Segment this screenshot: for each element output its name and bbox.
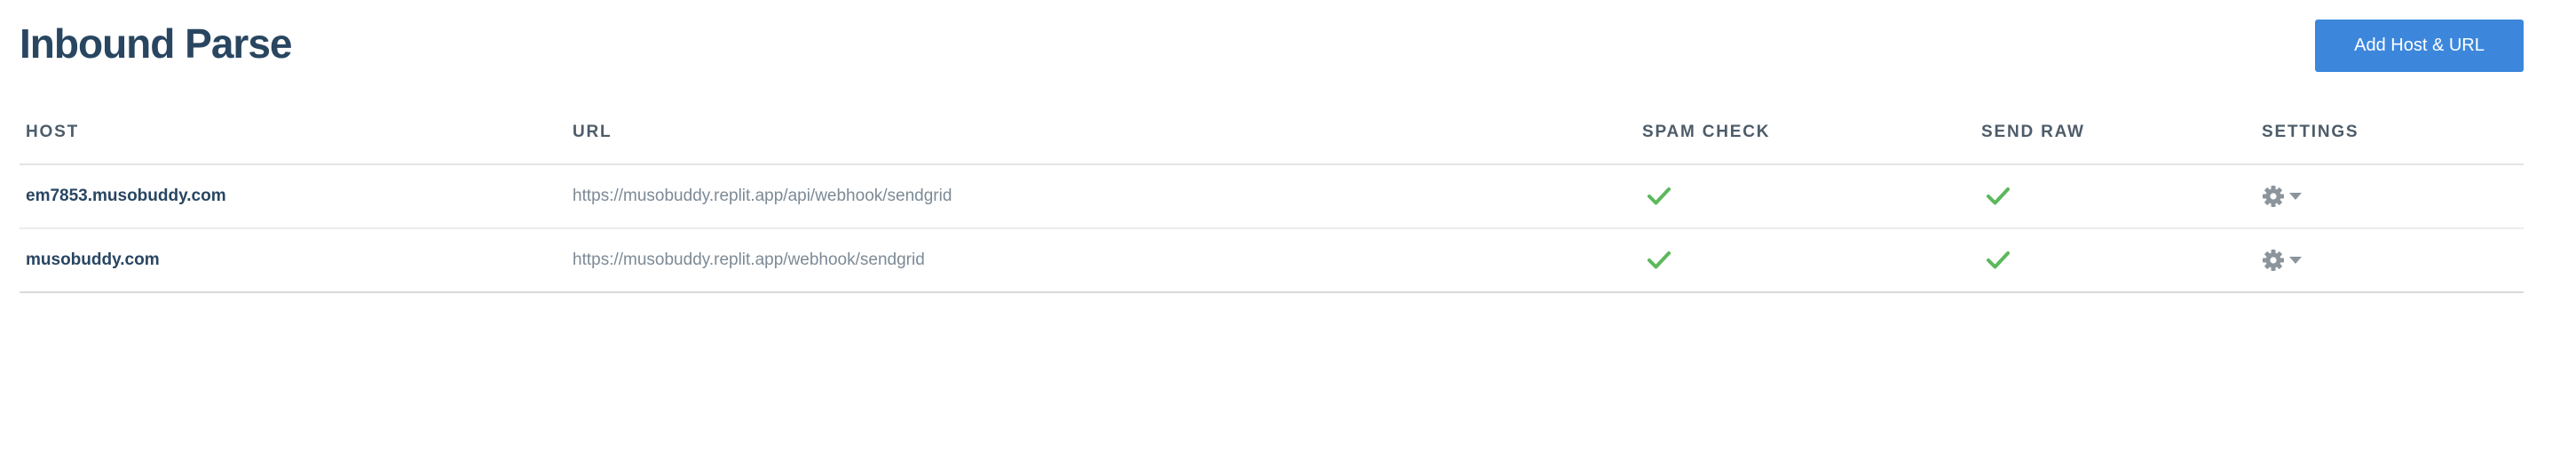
column-header-send-raw: SEND RAW: [1981, 123, 2085, 141]
table-row: musobuddy.com https://musobuddy.replit.a…: [20, 229, 2524, 293]
host-value: musobuddy.com: [26, 250, 160, 269]
gear-icon: [2263, 186, 2284, 207]
page-title: Inbound Parse: [20, 20, 292, 67]
url-value: https://musobuddy.replit.app/api/webhook…: [573, 187, 952, 205]
send-raw-cell: [1981, 229, 2010, 291]
column-header-settings: SETTINGS: [2262, 123, 2359, 141]
column-header-spam-check: SPAM CHECK: [1642, 123, 1771, 141]
spam-check-cell: [1642, 229, 1671, 291]
column-header-url: URL: [573, 123, 612, 141]
url-cell: https://musobuddy.replit.app/api/webhook…: [573, 165, 952, 227]
check-icon: [1987, 187, 2010, 205]
send-raw-cell: [1981, 165, 2010, 227]
check-icon: [1987, 251, 2010, 269]
caret-down-icon: [2289, 193, 2302, 200]
spam-check-cell: [1642, 165, 1671, 227]
settings-cell: [2262, 229, 2302, 291]
column-header-host: HOST: [26, 123, 79, 141]
settings-cell: [2262, 165, 2302, 227]
inbound-parse-page: Inbound Parse Add Host & URL HOST URL SP…: [0, 0, 2576, 469]
caret-down-icon: [2289, 257, 2302, 264]
table-row: em7853.musobuddy.com https://musobuddy.r…: [20, 165, 2524, 229]
table-header: HOST URL SPAM CHECK SEND RAW SETTINGS: [20, 114, 2524, 165]
host-cell: em7853.musobuddy.com: [26, 165, 226, 227]
url-value: https://musobuddy.replit.app/webhook/sen…: [573, 250, 925, 269]
url-cell: https://musobuddy.replit.app/webhook/sen…: [573, 229, 925, 291]
host-cell: musobuddy.com: [26, 229, 160, 291]
gear-icon: [2263, 250, 2284, 271]
host-value: em7853.musobuddy.com: [26, 187, 226, 205]
check-icon: [1648, 251, 1671, 269]
add-host-url-button[interactable]: Add Host & URL: [2315, 20, 2524, 72]
settings-dropdown[interactable]: [2262, 249, 2302, 272]
check-icon: [1648, 187, 1671, 205]
inbound-parse-table: HOST URL SPAM CHECK SEND RAW SETTINGS em…: [20, 114, 2524, 293]
settings-dropdown[interactable]: [2262, 185, 2302, 208]
